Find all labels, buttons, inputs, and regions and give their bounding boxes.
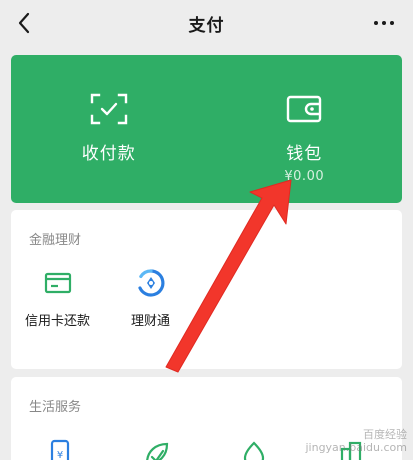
wallet-button[interactable]: 钱包 ¥0.00 — [207, 55, 403, 203]
back-button[interactable] — [10, 9, 38, 37]
credit-card-repay-label: 信用卡还款 — [24, 314, 90, 329]
water-drop-icon — [243, 441, 264, 460]
credit-card-repay-button[interactable]: 信用卡还款 — [11, 268, 104, 329]
finance-section-title: 金融理财 — [29, 233, 82, 248]
wealth-management-button[interactable]: 理财通 — [104, 268, 197, 329]
green-service-button[interactable] — [108, 439, 205, 460]
wallet-icon — [287, 95, 322, 123]
phone-topup-icon: ¥ — [50, 439, 69, 460]
wealth-icon — [136, 269, 164, 297]
finance-services: 信用卡还款 理财通 — [11, 268, 197, 329]
more-button[interactable] — [367, 9, 401, 37]
svg-text:¥: ¥ — [56, 450, 62, 460]
watermark: 百度经验 jingyan.baidu.com — [305, 428, 407, 454]
more-dots-icon — [372, 21, 396, 25]
navigation-bar: 支付 — [0, 0, 413, 46]
receive-pay-label: 收付款 — [81, 144, 136, 164]
wallet-label: 钱包 — [286, 144, 323, 164]
watermark-line1: 百度经验 — [363, 428, 407, 441]
utilities-button[interactable] — [205, 439, 302, 460]
phone-topup-button[interactable]: ¥ — [11, 439, 108, 460]
wallet-balance: ¥0.00 — [284, 169, 325, 184]
finance-section: 金融理财 信用卡还款 理财通 — [11, 210, 402, 369]
payment-screen: 支付 收付款 钱包 ¥0.00 金融理财 信用卡还款 理财通 生活服务 ¥ 百度… — [0, 0, 413, 460]
wealth-management-label: 理财通 — [130, 314, 170, 329]
watermark-line2: jingyan.baidu.com — [305, 441, 407, 454]
leaf-check-icon — [145, 442, 168, 460]
life-services-title: 生活服务 — [29, 400, 82, 415]
pay-card: 收付款 钱包 ¥0.00 — [11, 55, 402, 203]
chevron-left-icon — [18, 12, 30, 34]
scan-qr-icon — [90, 93, 127, 125]
page-title: 支付 — [188, 15, 225, 36]
receive-pay-button[interactable]: 收付款 — [11, 55, 207, 203]
credit-card-icon — [44, 272, 71, 294]
